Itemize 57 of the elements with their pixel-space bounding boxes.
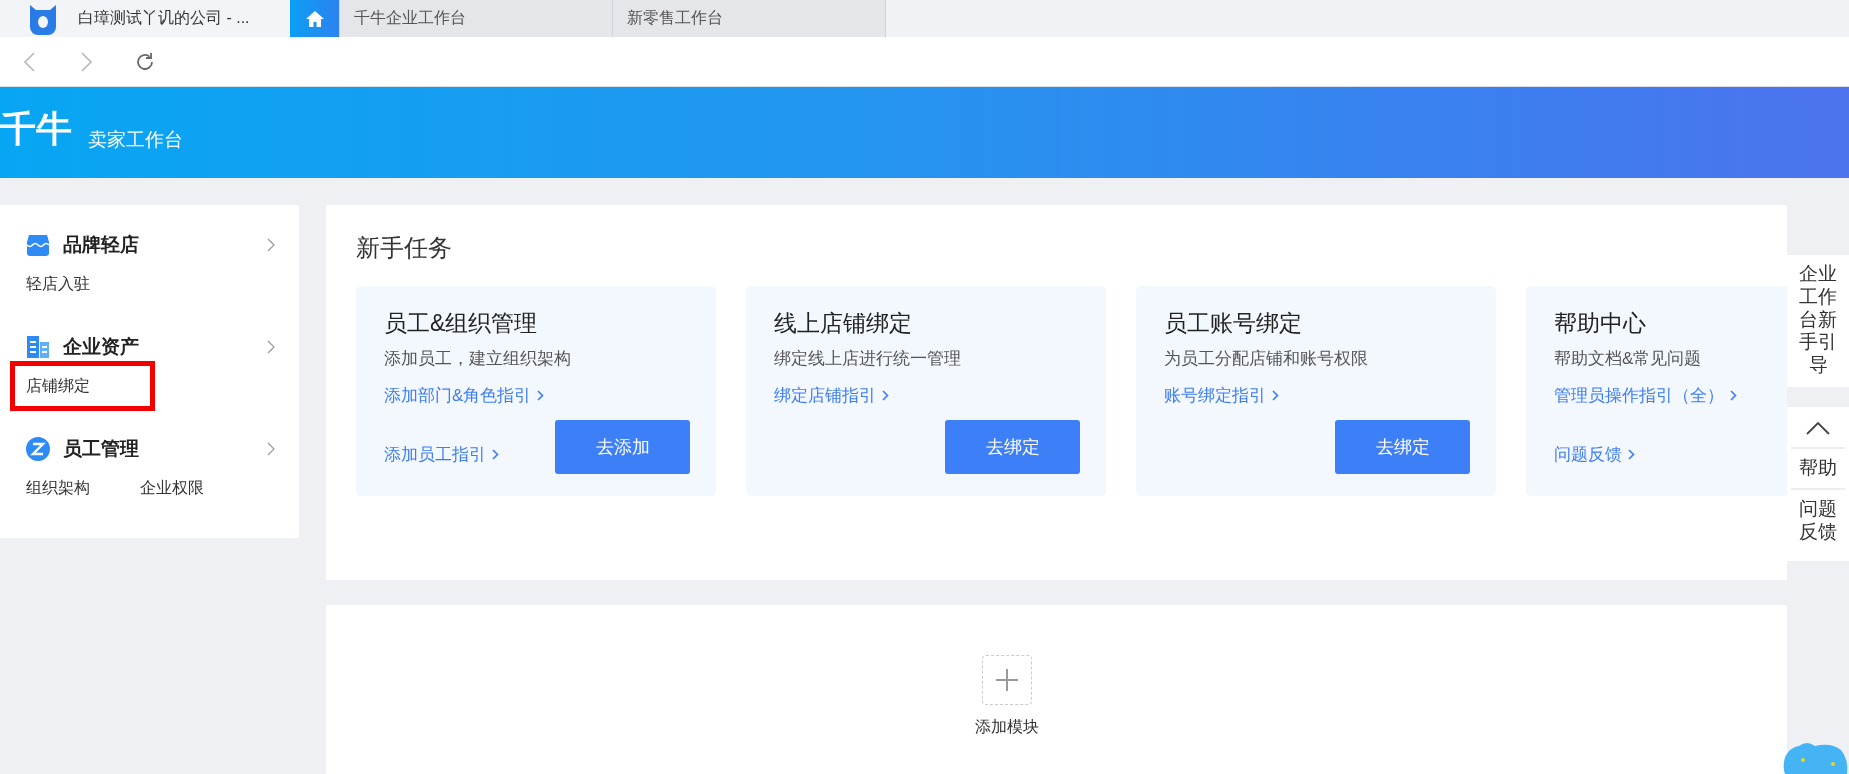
guide-link[interactable]: 问题反馈 <box>1554 443 1635 466</box>
help-menu-item[interactable]: 帮助 <box>1791 447 1845 488</box>
chevron-right-icon <box>492 449 499 460</box>
chevron-right-icon[interactable] <box>267 442 275 456</box>
forward-icon <box>78 50 94 73</box>
card-description: 帮助文档&常见问题 <box>1554 348 1702 370</box>
chevron-right-icon <box>1272 390 1279 401</box>
building-icon <box>26 335 50 359</box>
action-button[interactable]: 去添加 <box>555 420 690 474</box>
header-subtitle: 卖家工作台 <box>88 127 183 152</box>
chevron-right-icon <box>537 390 545 401</box>
guide-link[interactable]: 绑定店铺指引 <box>774 384 889 407</box>
guide-link[interactable]: 添加部门&角色指引 <box>384 384 545 407</box>
reload-icon <box>134 50 156 73</box>
add-module-button[interactable] <box>981 655 1032 705</box>
store-icon <box>26 233 50 257</box>
home-tab[interactable] <box>290 0 340 37</box>
back-button[interactable] <box>22 50 38 73</box>
chevron-up-icon <box>1806 421 1830 435</box>
browser-tab[interactable]: 新零售工作台 <box>613 0 886 37</box>
card-title: 帮助中心 <box>1554 309 1646 338</box>
help-menu-item[interactable]: 问题反馈 <box>1791 487 1845 552</box>
menu-group-title[interactable]: 企业资产 <box>63 334 267 360</box>
chevron-right-icon[interactable] <box>267 340 275 354</box>
guide-button[interactable]: 企业工作台新手引导 <box>1787 255 1849 387</box>
panel-title: 新手任务 <box>356 233 452 263</box>
menu-group-title[interactable]: 品牌轻店 <box>63 232 267 258</box>
plus-icon <box>995 669 1018 691</box>
menu-item[interactable]: 组织架构 <box>26 475 90 501</box>
app-logo: 千牛 <box>0 107 72 151</box>
reload-button[interactable] <box>134 50 156 73</box>
card-description: 绑定线上店进行统一管理 <box>774 348 961 370</box>
card-title: 线上店铺绑定 <box>774 309 912 338</box>
forward-button[interactable] <box>78 50 94 73</box>
home-icon <box>304 9 325 28</box>
chevron-right-icon <box>882 390 889 401</box>
menu-item[interactable]: 店铺绑定 <box>10 361 155 411</box>
chevron-right-icon[interactable] <box>267 238 275 252</box>
guide-link[interactable]: 管理员操作指引（全） <box>1554 384 1737 407</box>
action-button[interactable]: 去绑定 <box>945 420 1080 474</box>
menu-group-title[interactable]: 员工管理 <box>63 436 267 462</box>
menu-item[interactable]: 企业权限 <box>140 475 204 501</box>
back-icon <box>22 50 38 73</box>
card-description: 添加员工，建立组织架构 <box>384 348 571 370</box>
menu-item[interactable]: 轻店入驻 <box>26 271 90 297</box>
add-module-label: 添加模块 <box>974 717 1039 737</box>
guide-link[interactable]: 添加员工指引 <box>384 443 499 466</box>
card-title: 员工账号绑定 <box>1164 309 1302 338</box>
card-description: 为员工分配店铺和账号权限 <box>1164 348 1368 370</box>
chevron-right-icon <box>1628 449 1635 460</box>
window-title: 白璋测试丫讥的公司 - ... <box>78 8 250 28</box>
action-button[interactable]: 去绑定 <box>1335 420 1470 474</box>
browser-tab[interactable]: 千牛企业工作台 <box>340 0 613 37</box>
chevron-right-icon <box>1730 390 1737 401</box>
card-title: 员工&组织管理 <box>384 309 538 338</box>
guide-link[interactable]: 账号绑定指引 <box>1164 384 1279 407</box>
z-badge-icon <box>26 437 50 461</box>
